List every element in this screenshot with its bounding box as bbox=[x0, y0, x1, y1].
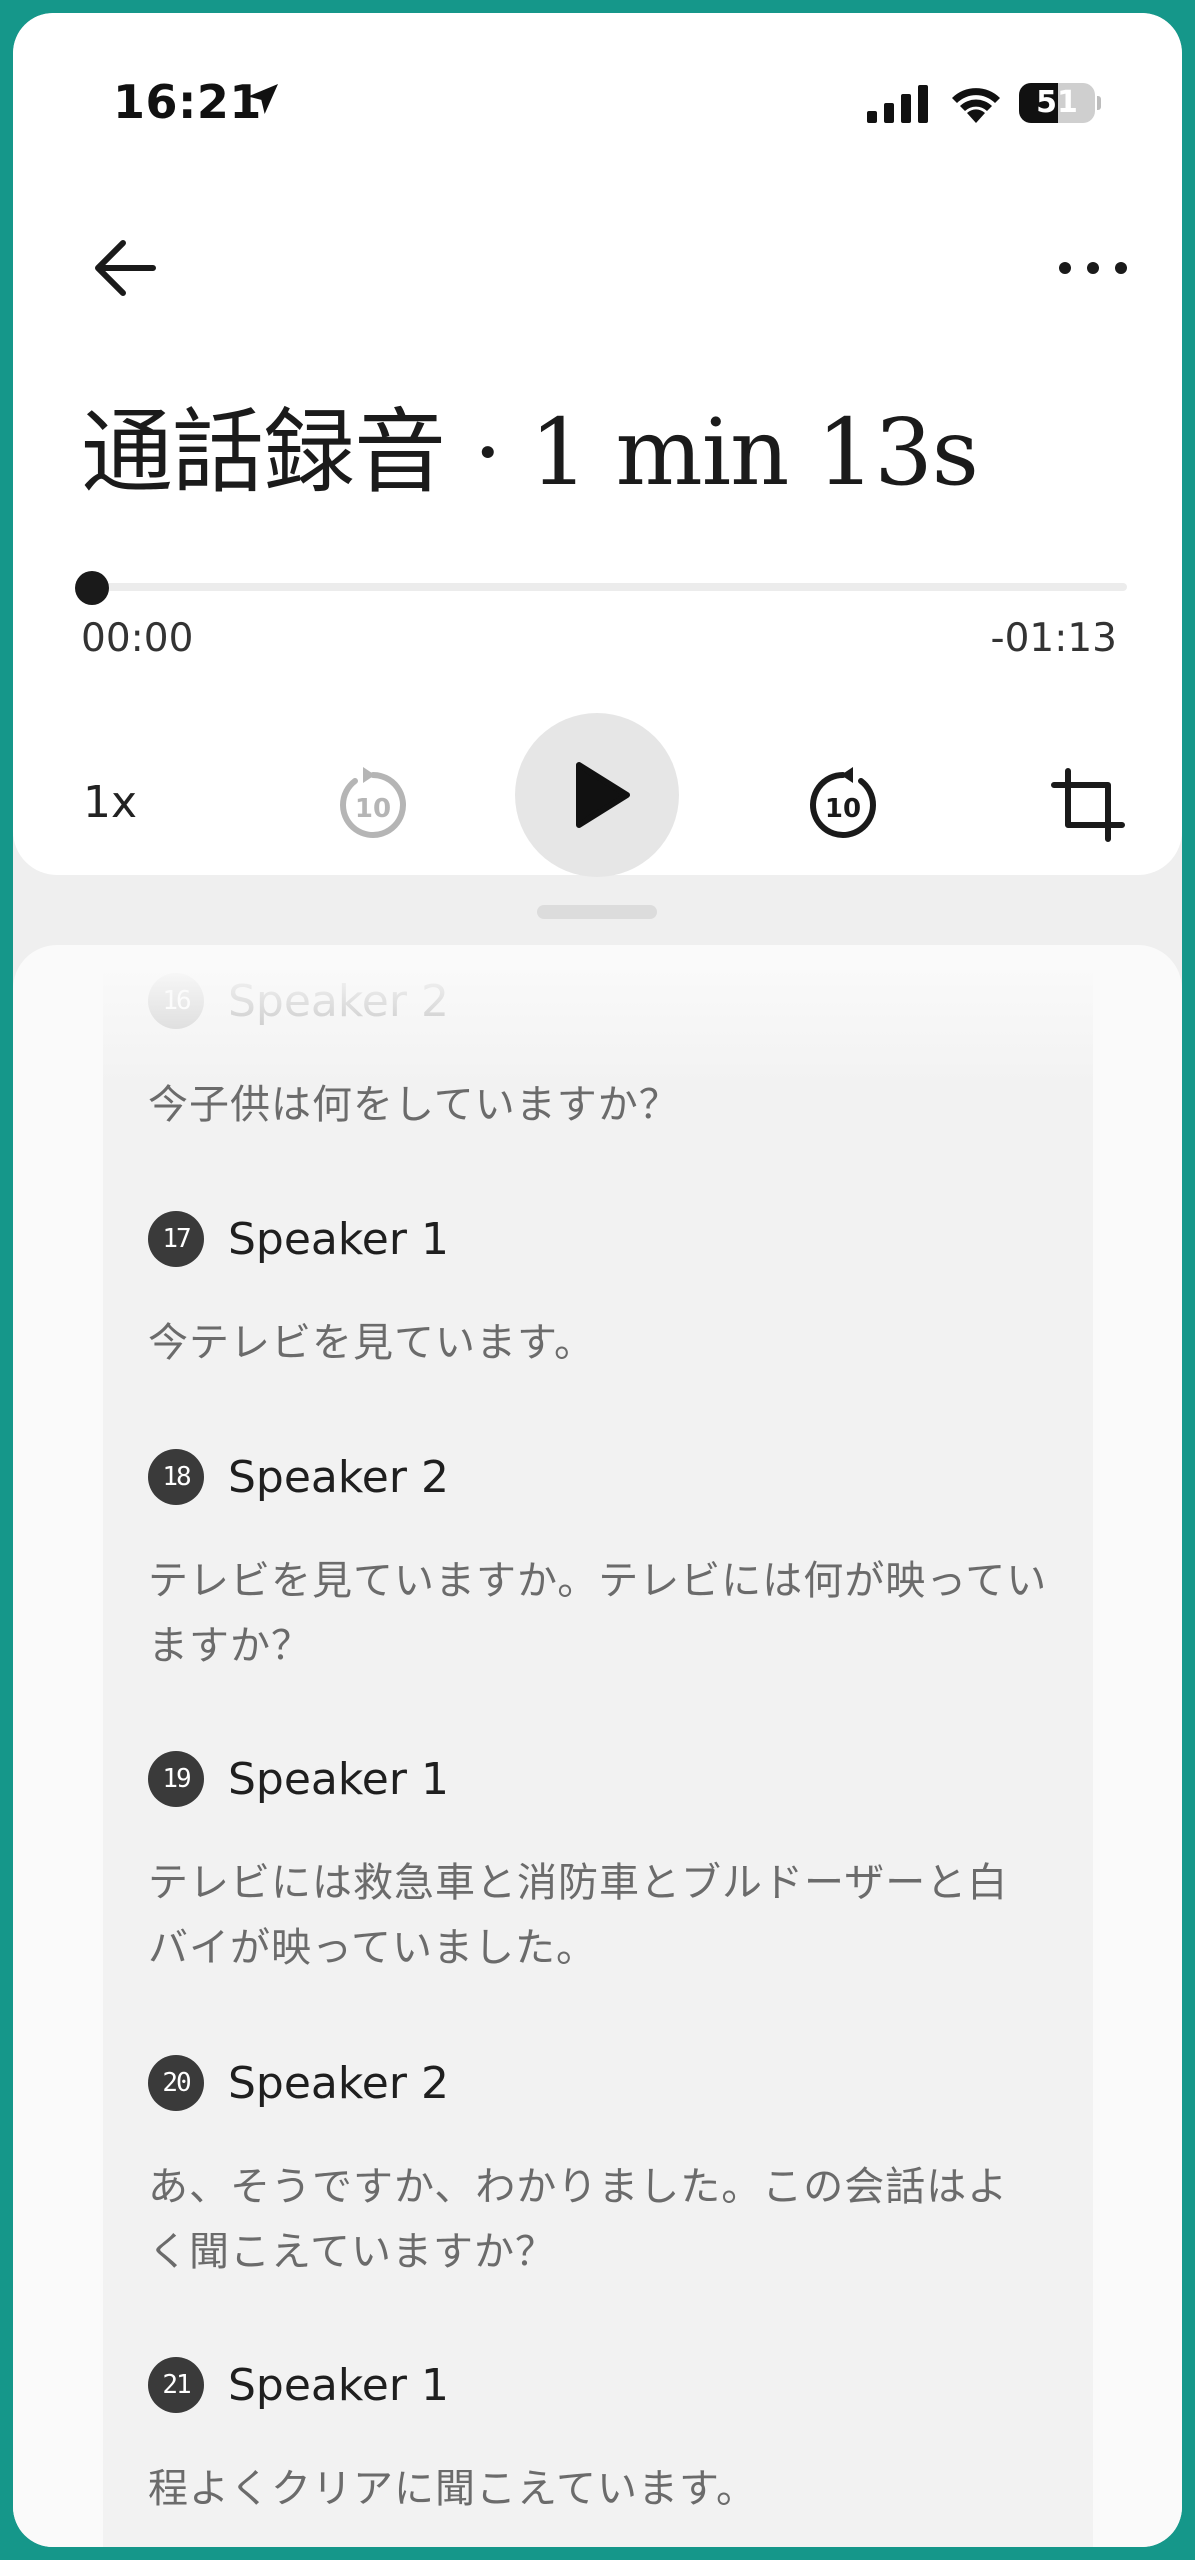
elapsed-time: 00:00 bbox=[81, 616, 194, 661]
more-options-button[interactable] bbox=[1043, 223, 1143, 313]
battery-level: 51 bbox=[1036, 85, 1078, 120]
skip-forward-button[interactable]: 10 bbox=[803, 765, 883, 845]
transcript-entry[interactable]: 21 Speaker 1 程よくクリアに聞こえています。 bbox=[148, 2355, 1048, 2522]
app-window: 16:21 51 通話録音 · 1 min 13s 00:00 -01:13 1… bbox=[13, 13, 1182, 2547]
progress-track[interactable] bbox=[81, 583, 1127, 591]
segment-number-badge: 19 bbox=[148, 1751, 204, 1807]
battery-indicator: 51 bbox=[1019, 83, 1101, 123]
entry-header: 21 Speaker 1 bbox=[148, 2355, 1048, 2415]
play-button[interactable] bbox=[515, 713, 679, 877]
recording-title: 通話録音 · 1 min 13s bbox=[81, 399, 979, 506]
cellular-signal-icon bbox=[867, 85, 928, 123]
location-arrow-icon bbox=[248, 84, 278, 114]
crop-icon bbox=[1051, 768, 1125, 842]
sheet-drag-handle[interactable] bbox=[537, 905, 657, 919]
speaker-label: Speaker 1 bbox=[228, 1213, 449, 1265]
segment-number-badge: 20 bbox=[148, 2055, 204, 2111]
entry-header: 17 Speaker 1 bbox=[148, 1209, 1048, 1269]
transcript-entry[interactable]: 20 Speaker 2 あ、そうですか、わかりました。この会話はよく聞こえてい… bbox=[148, 2053, 1048, 2285]
rewind-10-icon: 10 bbox=[340, 767, 406, 838]
arrow-left-icon bbox=[95, 240, 156, 296]
transcript-text: 今子供は何をしていますか？ bbox=[148, 1082, 680, 1128]
speaker-label: Speaker 2 bbox=[228, 975, 449, 1027]
progress-knob[interactable] bbox=[75, 571, 109, 605]
speaker-label: Speaker 2 bbox=[228, 1451, 449, 1503]
status-time: 16:21 bbox=[113, 75, 262, 129]
transcript-entry[interactable]: 19 Speaker 1 テレビには救急車と消防車とブルドーザーと白バイが映って… bbox=[148, 1749, 1048, 1981]
playback-speed-button[interactable]: 1x bbox=[83, 768, 173, 838]
segment-number-badge: 16 bbox=[148, 973, 204, 1029]
entry-header: 16 Speaker 2 bbox=[148, 971, 1048, 1031]
entry-header: 20 Speaker 2 bbox=[148, 2053, 1048, 2113]
transcript-list[interactable]: 16 Speaker 2 今子供は何をしていますか？ 17 Speaker 1 … bbox=[103, 965, 1093, 2547]
back-button[interactable] bbox=[83, 223, 173, 313]
transcript-entry[interactable]: 18 Speaker 2 テレビを見ていますか。テレビには何が映っていますか？ bbox=[148, 1447, 1048, 1679]
transcript-sheet: 16 Speaker 2 今子供は何をしていますか？ 17 Speaker 1 … bbox=[13, 945, 1182, 2547]
speaker-label: Speaker 1 bbox=[228, 2359, 449, 2411]
speaker-label: Speaker 2 bbox=[228, 2057, 449, 2109]
skip-back-button[interactable]: 10 bbox=[333, 765, 413, 845]
status-bar: 16:21 51 bbox=[13, 13, 1182, 173]
trim-button[interactable] bbox=[1048, 765, 1128, 845]
battery-cap bbox=[1097, 96, 1101, 110]
segment-number-badge: 17 bbox=[148, 1211, 204, 1267]
speaker-label: Speaker 1 bbox=[228, 1753, 449, 1805]
forward-10-icon: 10 bbox=[810, 767, 876, 838]
play-icon bbox=[576, 762, 630, 828]
transcript-text: テレビには救急車と消防車とブルドーザーと白バイが映っていました。 bbox=[148, 1860, 1009, 1971]
player-card: 16:21 51 通話録音 · 1 min 13s 00:00 -01:13 1… bbox=[13, 13, 1182, 877]
battery-body: 51 bbox=[1019, 83, 1095, 123]
skip-back-seconds: 10 bbox=[355, 794, 391, 824]
segment-number-badge: 21 bbox=[148, 2357, 204, 2413]
transcript-text: 程よくクリアに聞こえています。 bbox=[148, 2466, 757, 2512]
entry-header: 19 Speaker 1 bbox=[148, 1749, 1048, 1809]
transcript-text: 今テレビを見ています。 bbox=[148, 1320, 595, 1366]
wifi-icon bbox=[952, 88, 1000, 123]
transcript-entry[interactable]: 17 Speaker 1 今テレビを見ています。 bbox=[148, 1209, 1048, 1376]
skip-forward-seconds: 10 bbox=[825, 794, 861, 824]
more-horizontal-icon bbox=[1059, 262, 1127, 274]
segment-number-badge: 18 bbox=[148, 1449, 204, 1505]
transcript-entry[interactable]: 16 Speaker 2 今子供は何をしていますか？ bbox=[148, 971, 1048, 1138]
transcript-text: あ、そうですか、わかりました。この会話はよく聞こえていますか？ bbox=[148, 2164, 1009, 2275]
entry-header: 18 Speaker 2 bbox=[148, 1447, 1048, 1507]
transcript-text: テレビを見ていますか。テレビには何が映っていますか？ bbox=[148, 1558, 1048, 1669]
remaining-time: -01:13 bbox=[990, 616, 1117, 661]
